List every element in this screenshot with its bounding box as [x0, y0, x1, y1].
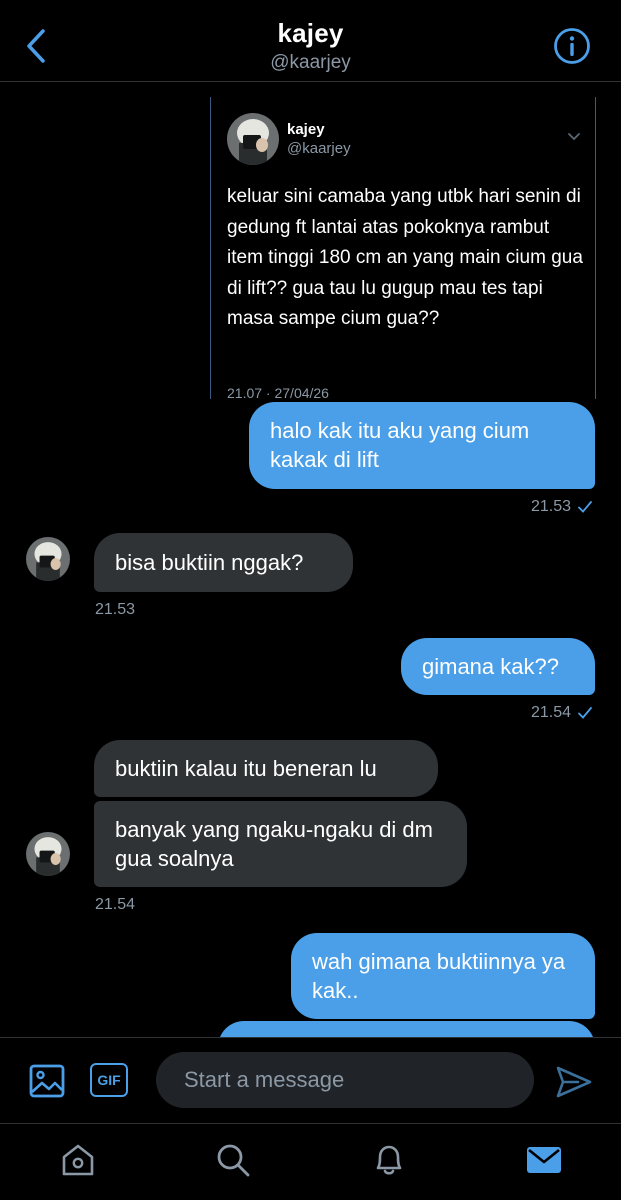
conversation-title-block[interactable]: kajey @kaarjey — [0, 18, 621, 74]
bottom-tab-bar — [0, 1123, 621, 1200]
tweet-author-avatar[interactable] — [227, 113, 279, 165]
chevron-down-icon — [568, 133, 580, 141]
tab-search[interactable] — [213, 1140, 253, 1180]
search-icon — [217, 1144, 250, 1177]
message-thread[interactable]: kajey @kaarjey keluar sini camaba yang u… — [0, 83, 621, 1037]
tab-messages[interactable] — [524, 1140, 564, 1180]
message-text: bisa buktiin nggak? — [115, 550, 304, 575]
message-meta: 21.53 — [95, 601, 135, 619]
read-check-icon — [578, 707, 592, 719]
message-meta: 21.54 — [531, 704, 593, 722]
message-meta: 21.53 — [531, 498, 593, 516]
message-bubble-sent[interactable]: gimana kak?? — [401, 638, 595, 695]
envelope-icon — [527, 1147, 561, 1173]
add-gif-button[interactable]: GIF — [90, 1063, 128, 1097]
message-meta: 21.54 — [95, 896, 135, 914]
add-photo-button[interactable] — [28, 1062, 66, 1100]
info-icon — [554, 28, 590, 64]
message-time: 21.54 — [530, 704, 571, 721]
read-check-icon — [578, 501, 592, 513]
conversation-handle: @kaarjey — [270, 52, 351, 73]
tab-home[interactable] — [58, 1140, 98, 1180]
tab-notifications[interactable] — [369, 1140, 409, 1180]
message-text: halo kak itu aku yang cium kakak di lift — [270, 418, 530, 472]
tweet-text: keluar sini camaba yang utbk hari senin … — [227, 186, 583, 329]
sender-avatar[interactable] — [26, 537, 70, 581]
message-text: wah gimana buktiinnya ya kak.. — [312, 949, 566, 1003]
home-icon — [62, 1144, 94, 1176]
sender-avatar[interactable] — [26, 832, 70, 876]
message-bubble-sent[interactable]: halo kak itu aku yang cium kakak di lift — [249, 402, 595, 489]
message-time: 21.53 — [95, 601, 136, 618]
conversation-header: kajey @kaarjey — [0, 0, 621, 82]
tweet-timestamp: 21.07 · 27/04/26 — [227, 385, 329, 401]
send-button[interactable] — [554, 1062, 594, 1102]
info-button[interactable] — [553, 27, 591, 65]
message-composer: GIF — [0, 1037, 621, 1123]
image-icon — [29, 1064, 65, 1098]
message-bubble-sent-partial[interactable] — [218, 1021, 595, 1037]
message-text: gimana kak?? — [422, 654, 559, 679]
message-text: buktiin kalau itu beneran lu — [115, 756, 377, 781]
message-input[interactable] — [156, 1052, 534, 1108]
message-bubble-sent[interactable]: wah gimana buktiinnya ya kak.. — [291, 933, 595, 1019]
bell-icon — [376, 1145, 402, 1175]
message-time: 21.53 — [530, 498, 571, 515]
tweet-options-button[interactable] — [567, 129, 581, 147]
shared-tweet-card[interactable]: kajey @kaarjey keluar sini camaba yang u… — [210, 97, 596, 401]
message-bubble-received[interactable]: bisa buktiin nggak? — [94, 533, 353, 592]
message-time: 21.54 — [95, 896, 136, 913]
conversation-title: kajey — [277, 18, 344, 48]
message-bubble-received[interactable]: banyak yang ngaku-ngaku di dm gua soalny… — [94, 801, 467, 887]
send-icon — [556, 1066, 592, 1098]
tweet-author-handle: @kaarjey — [287, 140, 351, 157]
message-text: banyak yang ngaku-ngaku di dm gua soalny… — [115, 817, 433, 871]
message-bubble-received[interactable]: buktiin kalau itu beneran lu — [94, 740, 438, 797]
tweet-author-name: kajey — [287, 121, 325, 138]
